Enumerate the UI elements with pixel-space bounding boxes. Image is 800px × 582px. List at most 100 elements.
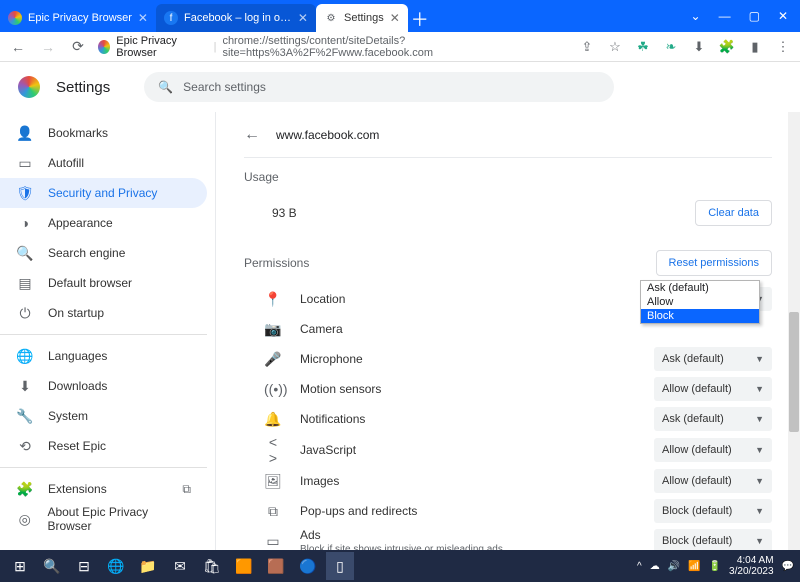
minimize-button[interactable]: — (719, 9, 731, 23)
dropdown-option[interactable]: Ask (default) (641, 281, 759, 295)
permissions-section-label: Permissions (244, 256, 309, 270)
bookmark-icon[interactable]: ☆ (606, 39, 624, 55)
dropdown-option[interactable]: Allow (641, 295, 759, 309)
tab-epic[interactable]: Epic Privacy Browser ✕ (0, 4, 156, 32)
permission-select[interactable]: Allow (default) ▼ (654, 469, 772, 493)
tab-close-icon[interactable]: ✕ (390, 11, 400, 25)
permission-select[interactable]: Ask (default)▼ (654, 407, 772, 431)
sidebar-item-label: Languages (48, 349, 107, 363)
sidebar-item-downloads[interactable]: ⬇Downloads (0, 371, 207, 401)
tray-volume-icon[interactable]: 🔊 (668, 561, 680, 572)
browser-titlebar: Epic Privacy Browser ✕ f Facebook – log … (0, 0, 800, 32)
system-tray[interactable]: ^ ☁ 🔊 📶 🔋 4:04 AM 3/20/2023 💬 (637, 555, 794, 577)
search-icon: 🔍 (158, 80, 173, 94)
select-value: Allow (default) (662, 475, 732, 487)
permission-select[interactable]: Allow (default)▼ (654, 377, 772, 401)
tab-facebook[interactable]: f Facebook – log in or sign up ✕ (156, 4, 316, 32)
clock-time: 4:04 AM (729, 555, 774, 566)
sidebar-item-reset-epic[interactable]: ⟲Reset Epic (0, 431, 207, 461)
tray-battery-icon[interactable]: 🔋 (709, 561, 721, 572)
extensions-icon[interactable]: 🧩 (718, 39, 736, 55)
permission-row-ads: ▭AdsBlock if site shows intrusive or mis… (244, 526, 772, 550)
globe-icon: 🌐 (16, 348, 34, 365)
menu-icon[interactable]: ⋮ (774, 39, 792, 55)
taskbar-clock[interactable]: 4:04 AM 3/20/2023 (729, 555, 774, 577)
sidebar-item-bookmarks[interactable]: 👤Bookmarks (0, 118, 207, 148)
new-tab-button[interactable]: ＋ (408, 6, 432, 32)
permission-select[interactable]: Allow (default)▼ (654, 438, 772, 462)
tray-network-icon[interactable]: 📶 (688, 561, 700, 572)
clear-data-button[interactable]: Clear data (695, 200, 772, 226)
sidebar-item-autofill[interactable]: ▭Autofill (0, 148, 207, 178)
sidebar-item-extensions[interactable]: 🧩Extensions⧉ (0, 474, 207, 504)
sidebar-item-on-startup[interactable]: ⏻On startup (0, 298, 207, 328)
download-icon: ⬇ (16, 378, 34, 395)
sidebar-item-search-engine[interactable]: 🔍Search engine (0, 238, 207, 268)
tab-close-icon[interactable]: ✕ (138, 11, 148, 25)
scrollbar-thumb[interactable] (789, 312, 799, 432)
taskbar-taskview-icon[interactable]: ⊟ (70, 552, 98, 580)
javascript-icon: < > (264, 434, 282, 466)
taskbar-edge-icon[interactable]: 🌐 (102, 552, 130, 580)
taskbar-store-icon[interactable]: 🛍 (198, 552, 226, 580)
url-host: Epic Privacy Browser (116, 35, 207, 59)
maximize-button[interactable]: ▢ (749, 9, 760, 23)
sidebar-item-about-epic-privacy-browser[interactable]: ◎About Epic Privacy Browser (0, 504, 207, 534)
sidebar-item-default-browser[interactable]: ▤Default browser (0, 268, 207, 298)
sidebar-item-security-and-privacy[interactable]: 🛡Security and Privacy (0, 178, 207, 208)
tray-overflow-icon[interactable]: ^ (637, 561, 642, 572)
permission-select[interactable]: Ask (default)▼ (654, 347, 772, 371)
sidebar-item-label: System (48, 409, 88, 423)
permission-row-images: 🖼ImagesAllow (default)▼ (244, 466, 772, 496)
share-icon[interactable]: ⇪ (578, 39, 596, 55)
tab-settings[interactable]: ⚙ Settings ✕ (316, 4, 408, 32)
sidebar-item-languages[interactable]: 🌐 Languages (0, 341, 207, 371)
location-dropdown[interactable]: Ask (default)AllowBlock (640, 280, 760, 324)
nav-back-button[interactable]: ← (8, 39, 28, 55)
site-details-header: ← www.facebook.com (244, 112, 772, 158)
chevron-down-icon: ▼ (755, 476, 764, 486)
nav-forward-button: → (38, 39, 58, 55)
sidebar-item-appearance[interactable]: ◑Appearance (0, 208, 207, 238)
permission-select[interactable]: Block (default)▼ (654, 529, 772, 550)
scrollbar[interactable] (788, 112, 800, 550)
sidebar-separator (0, 467, 207, 468)
chevron-down-icon: ▼ (755, 384, 764, 394)
taskbar-explorer-icon[interactable]: 📁 (134, 552, 162, 580)
dropdown-option[interactable]: Block (641, 309, 759, 323)
start-button[interactable]: ⊞ (6, 552, 34, 580)
tray-weather-icon[interactable]: ☁ (650, 561, 660, 572)
tab-close-icon[interactable]: ✕ (298, 11, 308, 25)
umbrella-icon[interactable]: ☘ (634, 39, 652, 55)
extension-icon: 🧩 (16, 481, 34, 498)
taskbar-app2-icon[interactable]: 🟫 (262, 552, 290, 580)
notifications-icon[interactable]: 💬 (782, 561, 794, 572)
taskbar-app4-icon[interactable]: ▯ (326, 552, 354, 580)
reset-permissions-button[interactable]: Reset permissions (656, 250, 772, 276)
permission-label: JavaScript (300, 443, 636, 457)
permission-row-notifications: 🔔NotificationsAsk (default)▼ (244, 404, 772, 434)
taskbar-app3-icon[interactable]: 🔵 (294, 552, 322, 580)
back-button[interactable]: ← (244, 126, 260, 144)
chevron-down-icon[interactable]: ⌄ (691, 9, 701, 23)
browser-icon: ▤ (16, 275, 34, 292)
url-box[interactable]: Epic Privacy Browser | chrome://settings… (98, 35, 568, 59)
close-window-button[interactable]: ✕ (778, 9, 788, 23)
search-settings-input[interactable]: 🔍 Search settings (144, 72, 614, 102)
site-info-icon[interactable] (98, 40, 110, 54)
taskbar-search-icon[interactable]: 🔍 (38, 552, 66, 580)
sidebar-item-label: Search engine (48, 246, 125, 260)
permission-select[interactable]: Block (default)▼ (654, 499, 772, 523)
system-icon: 🔧 (16, 408, 34, 425)
leaf-icon[interactable]: ❧ (662, 39, 680, 55)
permission-label: Location (300, 292, 636, 306)
profile-icon[interactable]: ▮ (746, 39, 764, 55)
permission-label: Images (300, 474, 636, 488)
sidebar-item-label: On startup (48, 306, 104, 320)
download-icon[interactable]: ⬇ (690, 39, 708, 55)
sidebar-item-system[interactable]: 🔧 System (0, 401, 207, 431)
clock-date: 3/20/2023 (729, 566, 774, 577)
nav-reload-button[interactable]: ⟳ (68, 38, 88, 55)
taskbar-app1-icon[interactable]: 🟧 (230, 552, 258, 580)
taskbar-mail-icon[interactable]: ✉ (166, 552, 194, 580)
